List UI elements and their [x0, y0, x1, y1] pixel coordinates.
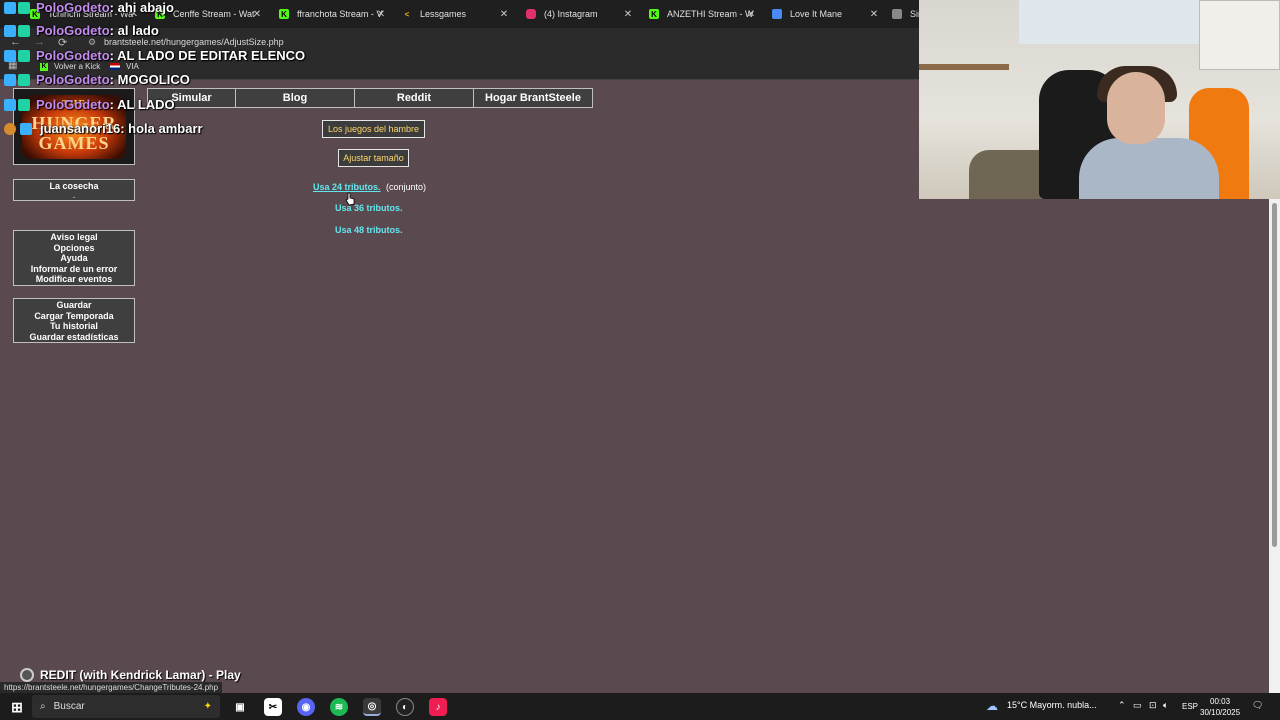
- windows-start-icon[interactable]: ⊞: [8, 698, 26, 716]
- discord-icon[interactable]: ◉: [297, 698, 315, 716]
- use-48-tributes-link[interactable]: Usa 48 tributos.: [335, 225, 403, 235]
- use-24-tributes-link[interactable]: Usa 24 tributos.: [313, 182, 381, 192]
- weather-icon[interactable]: ☁: [986, 699, 998, 713]
- taskbar-search[interactable]: ⌕ Buscar ✦: [32, 695, 220, 718]
- streamer-head: [1107, 72, 1165, 144]
- close-tab-icon[interactable]: ✕: [498, 9, 510, 20]
- instagram-icon: [526, 9, 536, 19]
- sidebar-link-aviso-legal[interactable]: Aviso legal: [14, 232, 134, 243]
- site-nav: Simular Blog Reddit Hogar BrantSteele: [147, 88, 593, 108]
- flag-icon: [110, 63, 120, 70]
- chrome-icon[interactable]: ◎: [363, 698, 381, 716]
- chat-message: juansanori16: hola ambarr: [4, 121, 203, 136]
- sidebar-link-guardar-estadisticas[interactable]: Guardar estadísticas: [14, 332, 134, 343]
- obs-icon[interactable]: ◐: [396, 698, 414, 716]
- tiktok-icon[interactable]: ♪: [429, 698, 447, 716]
- whiteboard: [1199, 0, 1280, 70]
- spotify-icon[interactable]: ≋: [330, 698, 348, 716]
- close-tab-icon[interactable]: ✕: [375, 9, 387, 20]
- sidebar-info-box: Aviso legal Opciones Ayuda Informar de u…: [13, 230, 135, 286]
- chat-message: PoloGodeto: MOGOLICO: [4, 72, 190, 87]
- chat-message: PoloGodeto: AL LADO DE EDITAR ELENCO: [4, 48, 305, 63]
- sidebar-link-modificar-eventos[interactable]: Modificar eventos: [14, 274, 134, 285]
- close-tab-icon[interactable]: ✕: [622, 9, 634, 20]
- now-playing-overlay: REDIT (with Kendrick Lamar) - Play: [20, 668, 241, 682]
- task-view-icon[interactable]: ▣: [231, 698, 249, 716]
- adjust-size-button[interactable]: Ajustar tamaño: [338, 149, 409, 167]
- tab-5[interactable]: (4) Instagram ✕: [526, 4, 634, 24]
- brantsteele-icon: [892, 9, 902, 19]
- chat-badge-icon: [20, 122, 34, 135]
- wall-posters: [1019, 0, 1199, 44]
- webcam-overlay: [919, 0, 1280, 199]
- sidebar-reaping-box: La cosecha -: [13, 179, 135, 202]
- notification-icon[interactable]: 🗨︎: [1252, 700, 1263, 711]
- chat-message: PoloGodeto: AL LADO: [4, 97, 175, 112]
- weather-text[interactable]: 15°C Mayorm. nubla...: [1007, 700, 1097, 710]
- network-icon[interactable]: ▭: [1133, 700, 1142, 711]
- close-tab-icon[interactable]: ✕: [251, 9, 263, 20]
- nav-blog[interactable]: Blog: [235, 88, 355, 108]
- title-button[interactable]: Los juegos del hambre: [322, 120, 425, 138]
- tab-8-active[interactable]: Sir: [892, 4, 920, 24]
- use-24-note: (conjunto): [386, 182, 427, 192]
- chat-badge-icon: [4, 1, 30, 14]
- chat-badge-icon: [4, 73, 30, 86]
- status-url: https://brantsteele.net/hungergames/Chan…: [0, 682, 223, 693]
- kick-icon: K: [649, 9, 659, 19]
- sidebar-link-la-cosecha[interactable]: La cosecha: [14, 181, 134, 192]
- chat-message: PoloGodeto: ahi abajo: [4, 0, 174, 15]
- sidebar-link-tu-historial[interactable]: Tu historial: [14, 321, 134, 332]
- taskbar-clock[interactable]: 00:03 30/10/2025: [1200, 696, 1240, 718]
- tab-3[interactable]: K ffranchota Stream - V ✕: [279, 4, 387, 24]
- tab-4[interactable]: < Lessgames ✕: [402, 4, 510, 24]
- sidebar-link-cargar-temporada[interactable]: Cargar Temporada: [14, 311, 134, 322]
- bookmark-via[interactable]: VIA: [110, 62, 139, 71]
- chat-badge-icon: [4, 49, 30, 62]
- streamer-body: [1079, 138, 1219, 199]
- page-scrollbar[interactable]: [1269, 199, 1280, 693]
- chat-badge-icon: [4, 98, 30, 111]
- bookmark-volver-a-kick[interactable]: K Volver a Kick: [40, 62, 100, 71]
- search-icon: ⌕: [40, 701, 46, 712]
- volume-icon[interactable]: 🔈︎: [1163, 700, 1168, 711]
- close-tab-icon[interactable]: ✕: [868, 9, 880, 20]
- kick-icon: K: [40, 62, 48, 71]
- kick-icon: K: [279, 9, 289, 19]
- sidebar-link-ayuda[interactable]: Ayuda: [14, 253, 134, 264]
- sparkle-icon: ✦: [203, 701, 212, 712]
- language-indicator[interactable]: ESP: [1182, 702, 1198, 711]
- scrollbar-thumb[interactable]: [1272, 203, 1277, 547]
- chat-badge-icon: [4, 24, 30, 37]
- music-disc-icon: [20, 668, 34, 682]
- tab-6[interactable]: K ANZETHI Stream - W ✕: [649, 4, 757, 24]
- battery-icon[interactable]: ⊡: [1149, 700, 1157, 711]
- site-info-icon[interactable]: ⚙: [88, 37, 96, 48]
- url-field[interactable]: brantsteele.net/hungergames/AdjustSize.p…: [104, 37, 284, 47]
- sidebar-link-guardar[interactable]: Guardar: [14, 300, 134, 311]
- nav-hogar-brantsteele[interactable]: Hogar BrantSteele: [473, 88, 593, 108]
- chat-message: PoloGodeto: al lado: [4, 23, 159, 38]
- tray-chevron-icon[interactable]: ⌃: [1118, 700, 1126, 711]
- tab-7[interactable]: Love It Mane ✕: [772, 4, 880, 24]
- sidebar-dash: -: [72, 191, 76, 202]
- cursor-hand-icon: [345, 192, 355, 206]
- nav-reddit[interactable]: Reddit: [354, 88, 474, 108]
- lessgames-icon: <: [404, 9, 410, 19]
- capcut-icon[interactable]: ✂: [264, 698, 282, 716]
- page-icon: [772, 9, 782, 19]
- chat-coin-icon: [4, 122, 16, 135]
- sidebar-link-informar-error[interactable]: Informar de un error: [14, 264, 134, 275]
- close-tab-icon[interactable]: ✕: [745, 9, 757, 20]
- sidebar-link-opciones[interactable]: Opciones: [14, 243, 134, 254]
- shelf: [919, 64, 1009, 70]
- sidebar-save-box: Guardar Cargar Temporada Tu historial Gu…: [13, 298, 135, 343]
